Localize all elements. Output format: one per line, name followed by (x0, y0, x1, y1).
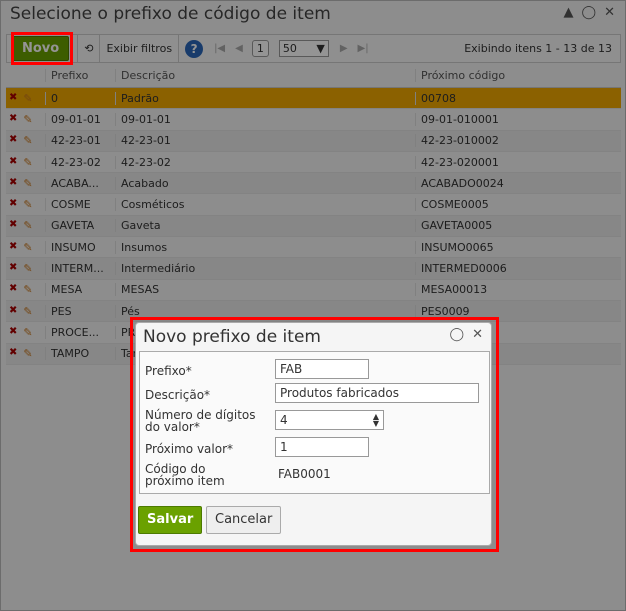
new-prefix-dialog: Novo prefixo de item ◯ ✕ Prefixo* FAB Des… (135, 322, 492, 546)
prefix-form: Prefixo* FAB Descrição* Produtos fabrica… (139, 351, 490, 494)
close-icon[interactable]: ✕ (472, 327, 483, 342)
description-label: Descrição* (145, 388, 211, 402)
stepper-arrows-icon[interactable]: ▲ ▼ (373, 413, 379, 428)
digits-stepper[interactable]: 4 ▲ ▼ (275, 410, 384, 430)
description-input[interactable]: Produtos fabricados (275, 383, 479, 403)
prefix-label: Prefixo* (145, 364, 192, 378)
next-code-label: Código do próximo item (145, 462, 225, 488)
next-code-value: FAB0001 (278, 467, 331, 481)
comment-icon[interactable]: ◯ (450, 327, 465, 342)
dialog-title: Novo prefixo de item (143, 327, 321, 347)
highlight-new-button (11, 32, 73, 65)
save-button[interactable]: Salvar (138, 506, 203, 534)
prefix-input[interactable]: FAB (275, 359, 369, 379)
next-value-label: Próximo valor* (145, 442, 234, 456)
cancel-button[interactable]: Cancelar (206, 506, 282, 534)
next-value-input[interactable]: 1 (275, 437, 369, 457)
digits-label: Número de dígitos do valor* (145, 408, 256, 434)
